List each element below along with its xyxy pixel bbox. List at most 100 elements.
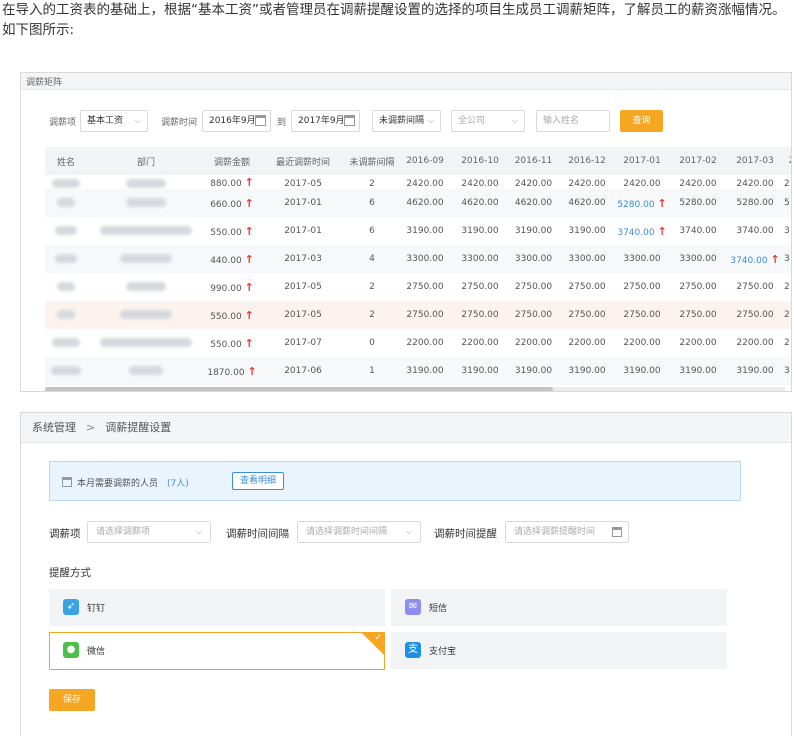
truncated-cell: 3 (784, 357, 791, 385)
raise-amount: 1870.00 (207, 367, 245, 378)
employee-name-cell (45, 189, 87, 217)
method-wechat[interactable]: ● 微信 ✓ (49, 632, 385, 670)
time-from-picker[interactable]: 2016年9月 (202, 110, 271, 132)
month-salary-cell: 4620.00 (507, 189, 560, 217)
interval-select[interactable]: 请选择调薪时间间隔 ⌵ (297, 521, 421, 543)
truncated-cell: 2 (784, 179, 790, 189)
month-salary-cell: 2750.00 (670, 301, 726, 329)
department-cell (87, 329, 205, 357)
reminder-filter-row: 调薪项 请选择调薪项 ⌵ 调薪时间间隔 请选择调薪时间间隔 ⌵ 调薪时间提醒 请… (21, 521, 791, 543)
month-salary-cell: 3190.00 (461, 226, 499, 236)
name-search-input[interactable]: 输入姓名 (536, 110, 610, 132)
truncated-cell: 2 (784, 301, 791, 329)
month-salary-cell: 2750.00 (406, 282, 444, 292)
month-salary-cell: 3740.00 ↑ (614, 217, 670, 245)
employee-name-cell (45, 357, 87, 385)
month-salary-cell: 2750.00 (461, 282, 499, 292)
month-salary-cell: 2200.00 (461, 338, 499, 348)
arrow-up-icon: ↑ (244, 280, 254, 294)
view-details-button[interactable]: 查看明细 (232, 472, 285, 490)
breadcrumb: 系统管理 > 调薪提醒设置 (21, 413, 791, 443)
redacted-department (120, 310, 172, 319)
table-row[interactable]: 1870.00 ↑ 2017-06 1 3190.00 3190.00 3190.00 31… (45, 357, 791, 385)
last-raise-date-cell: 2017-05 (284, 179, 322, 189)
month-salary-cell: 2200.00 (623, 338, 661, 348)
horizontal-scrollbar[interactable] (45, 387, 785, 391)
query-button[interactable]: 查询 (620, 110, 663, 132)
company-select[interactable]: 全公司 ⌵ (451, 110, 525, 132)
arrow-up-icon: ↑ (244, 336, 254, 350)
months-since-raise-cell: 4 (347, 245, 397, 273)
table-row[interactable]: 550.00 ↑ 2017-01 6 3190.00 3190.00 3190.00 319… (45, 217, 791, 245)
item-select[interactable]: 请选择调薪项 ⌵ (87, 521, 211, 543)
raise-amount: 990.00 (210, 283, 242, 294)
redacted-department (100, 226, 192, 235)
redacted-name (52, 338, 80, 347)
column-header: 姓名 (45, 147, 87, 175)
interval-select[interactable]: 未调薪间隔 ⌵ (372, 110, 441, 132)
truncated-cell: 3 (784, 226, 790, 236)
month-salary-cell: 3300.00 (397, 245, 453, 273)
table-row[interactable]: 550.00 ↑ 2017-07 0 2200.00 2200.00 2200.00 220… (45, 329, 791, 357)
redacted-department (100, 338, 192, 347)
column-header: 2016-12 (560, 147, 614, 175)
method-label: 提醒方式 (49, 567, 91, 579)
last-raise-date-cell: 2017-05 (284, 282, 322, 292)
table-row[interactable]: 550.00 ↑ 2017-05 2 2750.00 2750.00 2750.00 275… (45, 301, 791, 329)
save-button[interactable]: 保存 (49, 689, 95, 711)
time-to-picker[interactable]: 2017年9月 (291, 110, 360, 132)
changed-salary: 3740.00 (617, 227, 655, 238)
truncated-cell: 5 (784, 189, 791, 217)
employee-name-cell (45, 175, 87, 189)
month-salary-cell: 3740.00 (679, 226, 717, 236)
wechat-icon: ● (63, 642, 79, 658)
raise-amount-cell: 1870.00 ↑ (205, 357, 259, 385)
table-row[interactable]: 660.00 ↑ 2017-01 6 4620.00 4620.00 4620.00 462… (45, 189, 791, 217)
month-salary-cell: 4620.00 (560, 189, 614, 217)
breadcrumb-root[interactable]: 系统管理 (32, 421, 76, 434)
table-row[interactable]: 990.00 ↑ 2017-05 2 2750.00 2750.00 2750.00 275… (45, 273, 791, 301)
months-since-raise-cell: 6 (369, 226, 375, 236)
scrollbar-thumb[interactable] (45, 387, 553, 391)
column-header: 最近调薪时间 (259, 147, 347, 175)
employee-name-cell (45, 217, 87, 245)
calendar-icon (62, 477, 72, 487)
column-header: 20 (784, 147, 791, 175)
column-header: 部门 (87, 147, 205, 175)
raise-amount-cell: 550.00 ↑ (205, 301, 259, 329)
raise-amount: 550.00 (210, 311, 242, 322)
redacted-name (52, 179, 80, 188)
check-icon: ✓ (374, 633, 382, 643)
changed-salary: 5280.00 (617, 199, 655, 210)
redacted-name (55, 254, 77, 263)
month-salary-cell: 2200.00 (736, 338, 774, 348)
truncated-cell: 2 (784, 282, 790, 292)
column-header: 2017-01 (614, 147, 670, 175)
column-header: 未调薪间隔 (347, 147, 397, 175)
month-salary-cell: 2750.00 (614, 301, 670, 329)
arrow-up-icon: ↑ (244, 308, 254, 322)
method-sms[interactable]: ✉ 短信 (391, 589, 727, 626)
reminder-settings-panel: 系统管理 > 调薪提醒设置 本月需要调薪的人员 (7人) 查看明细 调薪项 请选择调… (20, 412, 792, 736)
method-dingtalk[interactable]: ➶ 钉钉 (49, 589, 385, 626)
table-header-row: 姓名 部门 调薪金额 最近调薪时间 未调薪间隔 2016-09 2016-10 2016-11… (45, 147, 791, 175)
item-select[interactable]: 基本工资 ⌵ (80, 110, 148, 132)
chevron-down-icon: ⌵ (195, 527, 202, 536)
item-label: 调薪项 (49, 118, 77, 128)
method-alipay[interactable]: 支 支付宝 (391, 632, 727, 669)
arrow-up-icon: ↑ (247, 364, 257, 378)
month-salary-cell: 3190.00 (406, 226, 444, 236)
month-salary-cell: 3300.00 (614, 245, 670, 273)
item-label: 调薪项 (49, 528, 81, 540)
truncated-cell: 2 (784, 338, 790, 348)
remind-time-picker[interactable]: 请选择调薪提醒时间 (505, 521, 629, 543)
table-row[interactable]: 440.00 ↑ 2017-03 4 3300.00 3300.00 3300.00 330… (45, 245, 791, 273)
months-since-raise-cell: 2 (369, 179, 375, 189)
matrix-table-wrap: 姓名 部门 调薪金额 最近调薪时间 未调薪间隔 2016-09 2016-10 2016-11… (45, 147, 791, 387)
month-salary-cell: 3300.00 (507, 245, 560, 273)
month-salary-cell: 2750.00 (560, 301, 614, 329)
redacted-name (57, 282, 75, 291)
last-raise-date-cell: 2017-07 (284, 338, 322, 348)
month-salary-cell: 3190.00 (614, 357, 670, 385)
table-row[interactable]: 880.00 ↑ 2017-05 2 2420.00 2420.00 2420.00 242… (45, 175, 791, 189)
